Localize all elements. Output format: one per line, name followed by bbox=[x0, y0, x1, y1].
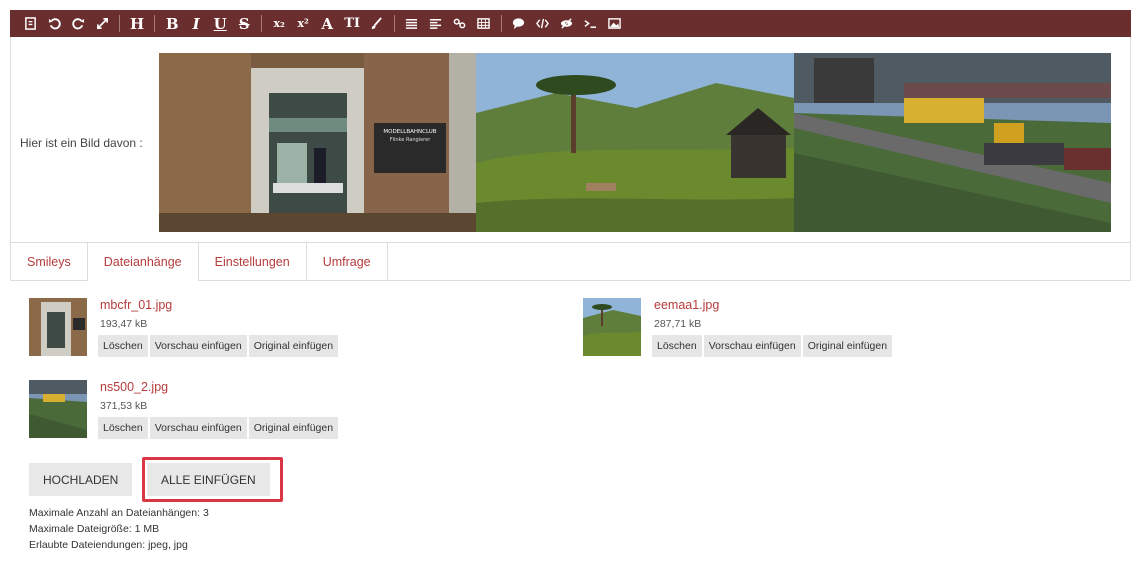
italic-button[interactable]: I bbox=[184, 10, 208, 37]
attachment-thumbnail bbox=[29, 298, 87, 356]
insert-original-button[interactable]: Original einfügen bbox=[248, 335, 339, 357]
insert-preview-button[interactable]: Vorschau einfügen bbox=[703, 335, 801, 357]
delete-button[interactable]: Löschen bbox=[98, 335, 148, 357]
source-icon[interactable] bbox=[18, 10, 42, 37]
font-size-button[interactable]: TI bbox=[339, 10, 365, 37]
attachment-item: mbcfr_01.jpg 193,47 kB Löschen Vorschau … bbox=[29, 298, 399, 362]
list-icon[interactable] bbox=[400, 10, 424, 37]
superscript-button[interactable]: x² bbox=[291, 10, 315, 37]
editor-tabs: Smileys Dateianhänge Einstellungen Umfra… bbox=[10, 243, 1131, 282]
image-icon[interactable] bbox=[603, 10, 627, 37]
spoiler-icon[interactable] bbox=[555, 10, 579, 37]
insert-original-button[interactable]: Original einfügen bbox=[248, 417, 339, 439]
embedded-image-railway bbox=[794, 53, 1111, 232]
attachment-item: eemaa1.jpg 287,71 kB Löschen Vorschau ei… bbox=[583, 298, 953, 362]
font-color-button[interactable]: A bbox=[315, 10, 339, 37]
toolbar-separator bbox=[119, 15, 120, 32]
highlight-box bbox=[142, 457, 283, 502]
toolbar-separator bbox=[393, 15, 395, 32]
attachment-filename[interactable]: ns500_2.jpg bbox=[100, 380, 168, 394]
info-max-size: Maximale Dateigröße: 1 MB bbox=[29, 523, 160, 535]
heading-button[interactable]: H bbox=[125, 10, 149, 37]
info-max-count: Maximale Anzahl an Dateianhängen: 3 bbox=[29, 507, 209, 519]
code-icon[interactable] bbox=[531, 10, 555, 37]
attachment-filename[interactable]: eemaa1.jpg bbox=[654, 298, 719, 312]
delete-button[interactable]: Löschen bbox=[98, 417, 148, 439]
embedded-image-clubhouse: MODELLBAHNCLUB Flinke Rangierer bbox=[159, 53, 476, 232]
info-allowed-extensions: Erlaubte Dateiendungen: jpeg, jpg bbox=[29, 539, 188, 551]
toolbar-separator bbox=[154, 15, 156, 32]
attachment-size: 371,53 kB bbox=[100, 400, 148, 412]
align-icon[interactable] bbox=[424, 10, 448, 37]
insert-original-button[interactable]: Original einfügen bbox=[802, 335, 893, 357]
tab-poll[interactable]: Umfrage bbox=[307, 243, 388, 280]
attachment-thumbnail bbox=[29, 380, 87, 438]
sign-text-line2: Flinke Rangierer bbox=[390, 137, 431, 143]
redo-icon[interactable] bbox=[66, 10, 90, 37]
bold-button[interactable]: B bbox=[160, 10, 184, 37]
delete-button[interactable]: Löschen bbox=[652, 335, 702, 357]
tab-smileys[interactable]: Smileys bbox=[11, 243, 88, 280]
undo-icon[interactable] bbox=[42, 10, 66, 37]
terminal-icon[interactable] bbox=[579, 10, 603, 37]
attachment-size: 287,71 kB bbox=[654, 318, 702, 330]
table-icon[interactable] bbox=[472, 10, 496, 37]
tab-settings[interactable]: Einstellungen bbox=[199, 243, 307, 280]
underline-button[interactable]: U bbox=[208, 10, 232, 37]
toolbar-separator bbox=[261, 15, 263, 32]
attachment-thumbnail bbox=[583, 298, 641, 356]
subscript-button[interactable]: x₂ bbox=[267, 10, 291, 37]
quote-icon[interactable] bbox=[507, 10, 531, 37]
upload-button[interactable]: HOCHLADEN bbox=[29, 463, 133, 496]
editor-content[interactable]: Hier ist ein Bild davon : MODELLBAHNCLUB… bbox=[10, 37, 1131, 243]
embedded-image-landscape bbox=[476, 53, 794, 232]
brush-icon[interactable] bbox=[365, 10, 389, 37]
editor-text: Hier ist ein Bild davon : bbox=[20, 136, 143, 150]
toolbar-separator bbox=[500, 15, 502, 32]
editor-toolbar: H B I U S x₂ x² A TI bbox=[10, 10, 1131, 37]
attachment-filename[interactable]: mbcfr_01.jpg bbox=[100, 298, 172, 312]
insert-preview-button[interactable]: Vorschau einfügen bbox=[149, 417, 247, 439]
insert-preview-button[interactable]: Vorschau einfügen bbox=[149, 335, 247, 357]
strikethrough-button[interactable]: S bbox=[232, 10, 256, 37]
sign-text-line1: MODELLBAHNCLUB bbox=[383, 129, 436, 135]
attachment-size: 193,47 kB bbox=[100, 318, 148, 330]
fullscreen-icon[interactable] bbox=[90, 10, 114, 37]
attachment-item: ns500_2.jpg 371,53 kB Löschen Vorschau e… bbox=[29, 380, 399, 444]
link-icon[interactable] bbox=[448, 10, 472, 37]
tab-attachments[interactable]: Dateianhänge bbox=[87, 243, 199, 282]
